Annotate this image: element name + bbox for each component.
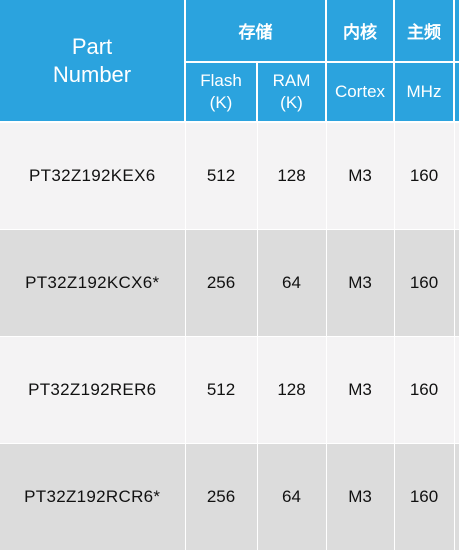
- core-cell: M3: [326, 229, 395, 337]
- table-row: PT32Z192RCR6* 256 64 M3 160: [0, 443, 459, 551]
- overflow-cell: [454, 336, 459, 444]
- overflow-cell: [454, 229, 459, 337]
- flash-cell: 256: [185, 229, 258, 337]
- mhz-header: MHz: [394, 62, 455, 123]
- table-row: PT32Z192RER6 512 128 M3 160: [0, 336, 459, 444]
- header-row-groups: Part Number 存储 内核 主频: [0, 0, 459, 123]
- overflow-header-cell: [454, 0, 459, 63]
- ram-cell: 64: [257, 229, 327, 337]
- spec-table-container: Part Number 存储 内核 主频 Flash (K) RAM (K) C…: [0, 0, 459, 559]
- main-freq-group-header: 主频: [394, 0, 455, 63]
- flash-cell: 512: [185, 122, 258, 230]
- part-spec-table: Part Number 存储 内核 主频 Flash (K) RAM (K) C…: [0, 0, 459, 551]
- mhz-cell: 160: [394, 229, 455, 337]
- table-row: PT32Z192KEX6 512 128 M3 160: [0, 122, 459, 230]
- overflow-cell: [454, 122, 459, 230]
- flash-cell: 512: [185, 336, 258, 444]
- part-number-header: Part Number: [0, 0, 186, 123]
- mhz-cell: 160: [394, 122, 455, 230]
- part-number-cell: PT32Z192RCR6*: [0, 443, 186, 551]
- mhz-cell: 160: [394, 443, 455, 551]
- storage-group-header: 存储: [185, 0, 327, 63]
- part-number-cell: PT32Z192KEX6: [0, 122, 186, 230]
- part-number-cell: PT32Z192RER6: [0, 336, 186, 444]
- overflow-cell: [454, 443, 459, 551]
- ram-cell: 128: [257, 336, 327, 444]
- ram-cell: 64: [257, 443, 327, 551]
- core-cell: M3: [326, 122, 395, 230]
- core-cell: M3: [326, 443, 395, 551]
- flash-cell: 256: [185, 443, 258, 551]
- mhz-cell: 160: [394, 336, 455, 444]
- ram-cell: 128: [257, 122, 327, 230]
- flash-header: Flash (K): [185, 62, 258, 123]
- core-group-header: 内核: [326, 0, 395, 63]
- overflow-subheader-cell: [454, 62, 459, 123]
- cortex-header: Cortex: [326, 62, 395, 123]
- part-number-cell: PT32Z192KCX6*: [0, 229, 186, 337]
- ram-header: RAM (K): [257, 62, 327, 123]
- table-row: PT32Z192KCX6* 256 64 M3 160: [0, 229, 459, 337]
- core-cell: M3: [326, 336, 395, 444]
